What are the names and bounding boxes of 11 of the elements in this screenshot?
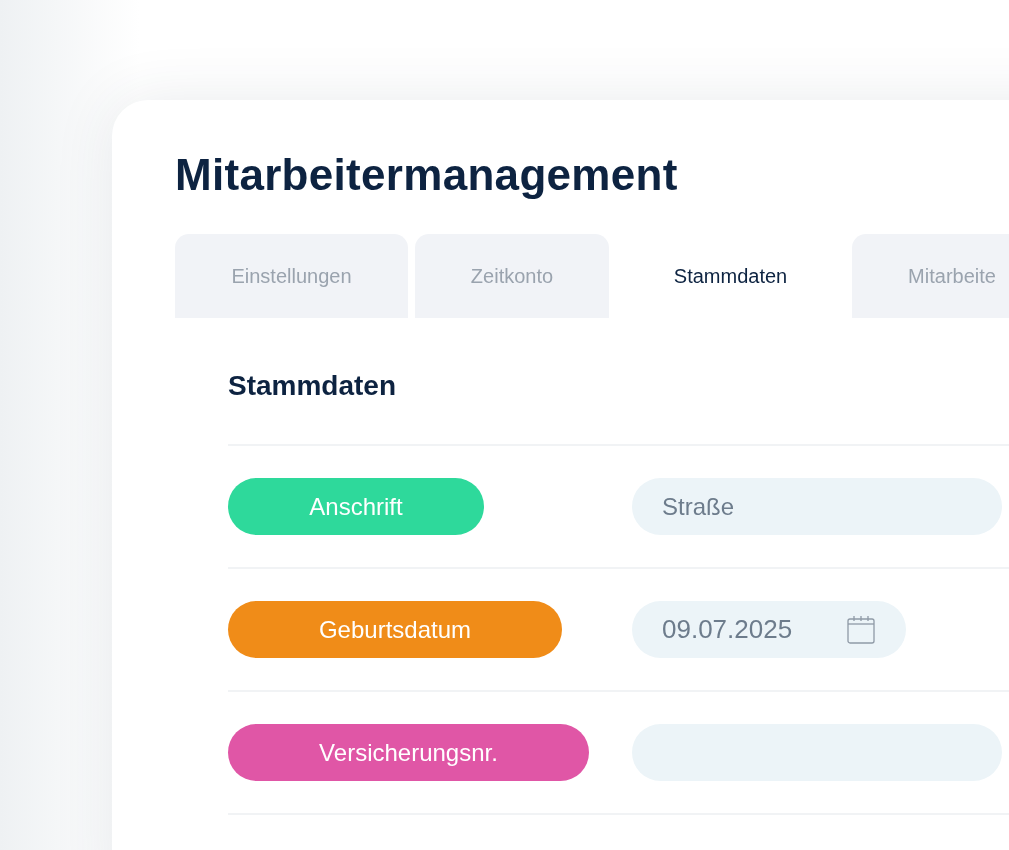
text-field[interactable]: Straße (632, 478, 1002, 535)
label-badge: Anschrift (228, 478, 484, 535)
label-badge: Geburtsdatum (228, 601, 562, 658)
calendar-icon (846, 614, 876, 645)
tab[interactable]: Zeitkonto (415, 234, 609, 318)
section-heading: Stammdaten (228, 318, 1009, 446)
tab[interactable]: Einstellungen (175, 234, 408, 318)
tab[interactable]: Mitarbeite (852, 234, 1009, 318)
date-field[interactable]: 09.07.2025 (632, 601, 906, 658)
label-badge: Versicherungsnr. (228, 724, 589, 781)
page-title: Mitarbeitermanagement (175, 150, 679, 200)
